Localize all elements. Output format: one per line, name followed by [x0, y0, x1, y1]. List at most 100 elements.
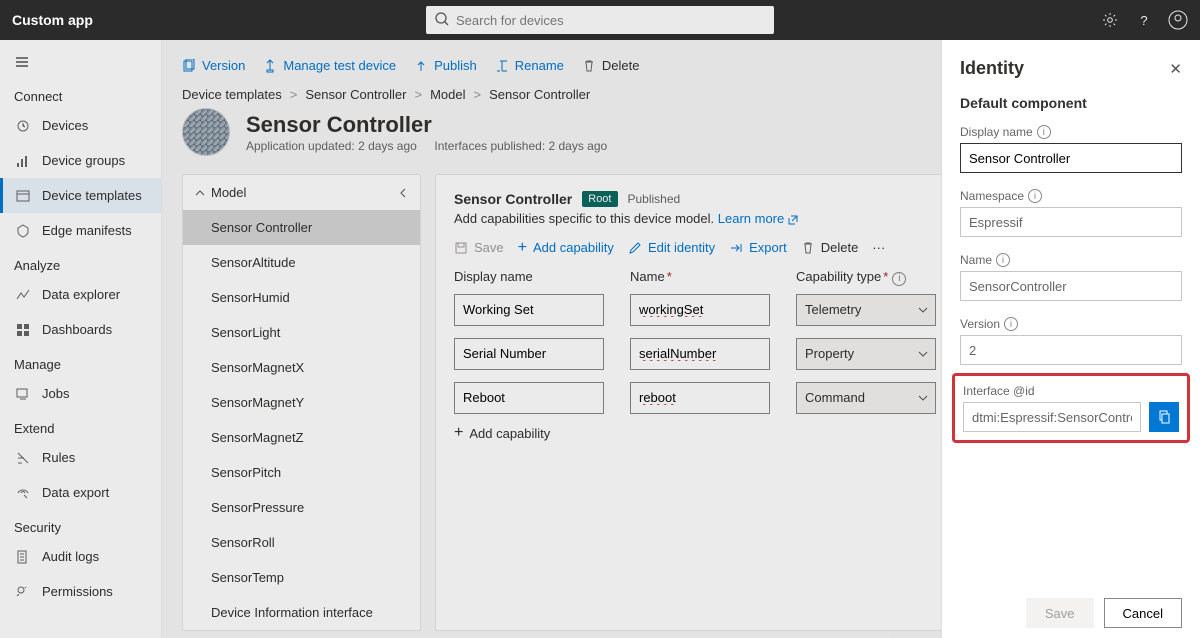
col-capability-type: Capability type*i — [796, 269, 936, 286]
sidebar-section: Security — [0, 510, 161, 539]
tree-item[interactable]: Device Information interface — [183, 595, 420, 630]
sidebar-section: Manage — [0, 347, 161, 376]
version-button[interactable]: Version — [182, 58, 245, 73]
tree-item[interactable]: SensorTemp — [183, 560, 420, 595]
manage-test-device-button[interactable]: Manage test device — [263, 58, 396, 73]
model-tree-header[interactable]: Model — [183, 175, 420, 210]
namespace-label: Namespacei — [960, 189, 1182, 203]
name-input — [960, 271, 1182, 301]
search-input[interactable] — [426, 6, 774, 34]
drawer-cancel-button[interactable]: Cancel — [1104, 598, 1182, 628]
close-icon[interactable]: ✕ — [1169, 60, 1182, 78]
account-icon[interactable] — [1168, 10, 1188, 30]
displayname-cell[interactable] — [454, 294, 604, 326]
chevron-left-icon — [398, 188, 408, 198]
drawer-title: Identity — [960, 58, 1024, 79]
save-button: Save — [454, 240, 504, 255]
tree-item[interactable]: SensorHumid — [183, 280, 420, 315]
gear-icon[interactable] — [1100, 10, 1120, 30]
sidebar-icon — [14, 548, 32, 566]
sidebar-icon — [14, 152, 32, 170]
sidebar-item-audit-logs[interactable]: Audit logs — [0, 539, 161, 574]
tree-item[interactable]: SensorAltitude — [183, 245, 420, 280]
displayname-cell[interactable] — [454, 338, 604, 370]
info-icon[interactable]: i — [1037, 125, 1051, 139]
search-wrap — [426, 6, 774, 34]
sidebar-item-dashboards[interactable]: Dashboards — [0, 312, 161, 347]
copy-icon[interactable] — [1149, 402, 1179, 432]
chevron-up-icon — [195, 188, 205, 198]
sidebar-item-rules[interactable]: Rules — [0, 440, 161, 475]
sidebar-icon — [14, 321, 32, 339]
tree-item[interactable]: SensorRoll — [183, 525, 420, 560]
name-cell[interactable] — [630, 338, 770, 370]
rename-button[interactable]: Rename — [495, 58, 564, 73]
interface-id-highlight: Interface @id — [952, 373, 1190, 443]
template-avatar — [182, 108, 230, 156]
more-button[interactable]: ··· — [872, 240, 885, 255]
delete-capability-button[interactable]: Delete — [801, 240, 859, 255]
chevron-down-icon — [918, 303, 928, 318]
displayname-label: Display namei — [960, 125, 1182, 139]
sidebar-icon — [14, 449, 32, 467]
tree-item[interactable]: SensorMagnetX — [183, 350, 420, 385]
root-badge: Root — [582, 191, 617, 207]
interface-id-label: Interface @id — [963, 384, 1179, 398]
name-cell[interactable] — [630, 382, 770, 414]
external-link-icon — [788, 215, 798, 225]
sidebar-item-edge-manifests[interactable]: Edge manifests — [0, 213, 161, 248]
sidebar-nav: ConnectDevicesDevice groupsDevice templa… — [0, 79, 161, 609]
version-label: Versioni — [960, 317, 1182, 331]
capability-type-select[interactable]: Telemetry — [796, 294, 936, 326]
tree-item[interactable]: SensorLight — [183, 315, 420, 350]
tree-item[interactable]: SensorPitch — [183, 455, 420, 490]
tree-item[interactable]: SensorMagnetZ — [183, 420, 420, 455]
interfaces-published: Interfaces published: 2 days ago — [434, 139, 607, 153]
chevron-down-icon — [918, 347, 928, 362]
app-updated: Application updated: 2 days ago — [246, 139, 417, 153]
sidebar-icon — [14, 187, 32, 205]
add-capability-button[interactable]: +Add capability — [518, 240, 614, 255]
tree-item[interactable]: SensorPressure — [183, 490, 420, 525]
edit-identity-button[interactable]: Edit identity — [628, 240, 715, 255]
capability-type-select[interactable]: Property — [796, 338, 936, 370]
breadcrumb-item: Sensor Controller — [489, 87, 590, 102]
tree-item[interactable]: Sensor Controller — [183, 210, 420, 245]
name-cell[interactable] — [630, 294, 770, 326]
sidebar-item-devices[interactable]: Devices — [0, 108, 161, 143]
sidebar-item-jobs[interactable]: Jobs — [0, 376, 161, 411]
sidebar: ConnectDevicesDevice groupsDevice templa… — [0, 40, 162, 638]
help-icon[interactable]: ? — [1134, 10, 1154, 30]
breadcrumb-item[interactable]: Sensor Controller — [305, 87, 406, 102]
identity-drawer: Identity ✕ Default component Display nam… — [941, 40, 1200, 638]
sidebar-icon — [14, 117, 32, 135]
learn-more-link[interactable]: Learn more — [718, 211, 784, 226]
sidebar-item-data-explorer[interactable]: Data explorer — [0, 277, 161, 312]
sidebar-icon — [14, 484, 32, 502]
breadcrumb-item[interactable]: Model — [430, 87, 465, 102]
sidebar-toggle[interactable] — [0, 48, 161, 79]
sidebar-item-device-templates[interactable]: Device templates — [0, 178, 161, 213]
capability-type-select[interactable]: Command — [796, 382, 936, 414]
info-icon[interactable]: i — [996, 253, 1010, 267]
displayname-cell[interactable] — [454, 382, 604, 414]
sidebar-item-data-export[interactable]: Data export — [0, 475, 161, 510]
sidebar-section: Analyze — [0, 248, 161, 277]
export-button[interactable]: Export — [729, 240, 787, 255]
top-icons: ? — [1100, 10, 1188, 30]
sidebar-item-device-groups[interactable]: Device groups — [0, 143, 161, 178]
breadcrumb-item[interactable]: Device templates — [182, 87, 282, 102]
topbar: Custom app ? — [0, 0, 1200, 40]
info-icon[interactable]: i — [1004, 317, 1018, 331]
publish-button[interactable]: Publish — [414, 58, 477, 73]
displayname-input[interactable] — [960, 143, 1182, 173]
sidebar-item-permissions[interactable]: Permissions — [0, 574, 161, 609]
tree-item[interactable]: SensorMagnetY — [183, 385, 420, 420]
interface-id-input[interactable] — [963, 402, 1141, 432]
sidebar-icon — [14, 286, 32, 304]
delete-button[interactable]: Delete — [582, 58, 640, 73]
info-icon[interactable]: i — [892, 272, 906, 286]
info-icon[interactable]: i — [1028, 189, 1042, 203]
drawer-subtitle: Default component — [960, 95, 1182, 111]
version-input — [960, 335, 1182, 365]
